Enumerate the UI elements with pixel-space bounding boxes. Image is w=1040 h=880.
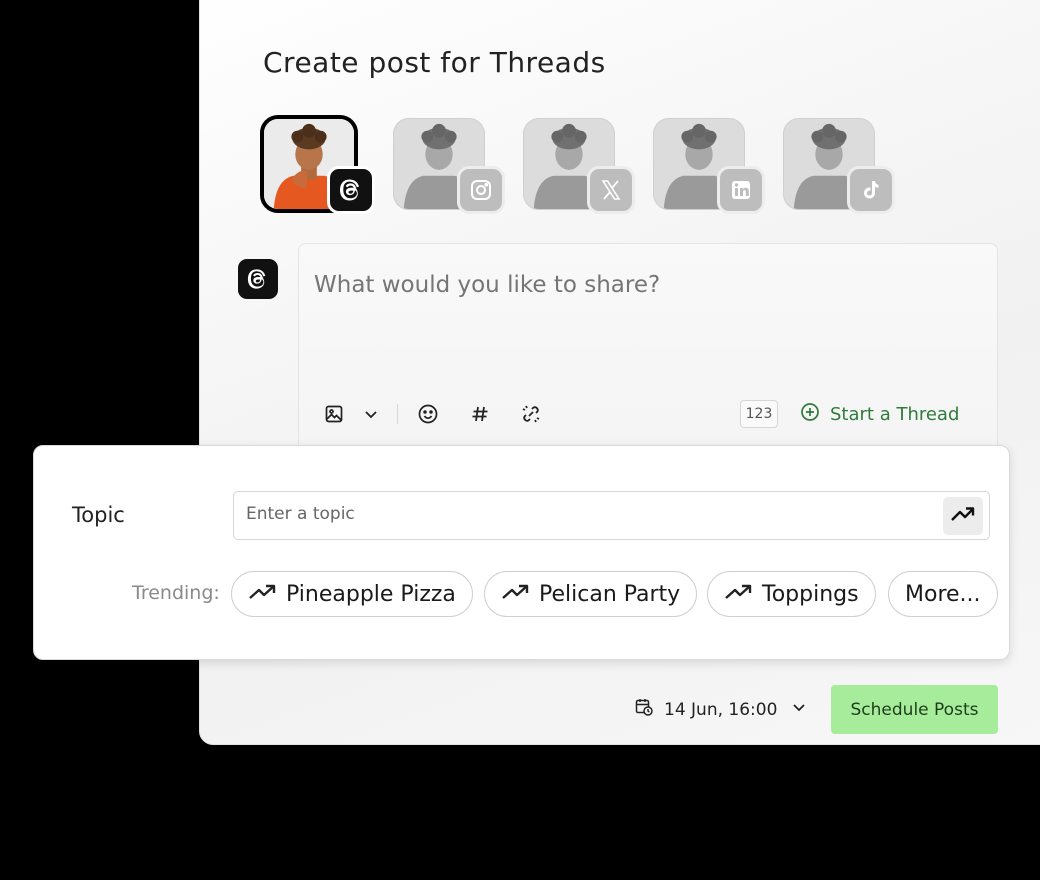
trending-up-icon [501,582,531,607]
trending-chip[interactable]: Toppings [707,571,876,617]
trending-up-icon [248,582,278,607]
chevron-down-icon[interactable] [359,402,383,426]
post-text-input[interactable] [314,272,954,298]
chip-label: Pelican Party [539,581,681,607]
start-thread-label: Start a Thread [830,404,960,425]
toolbar-divider [397,404,398,424]
tiktok-icon [847,166,895,214]
trending-up-icon [724,582,754,607]
page-title: Create post for Threads [263,46,606,79]
chevron-down-icon [791,699,807,720]
account-threads[interactable] [260,115,375,214]
hashtag-icon[interactable] [468,402,492,426]
more-topics-button[interactable]: More... [888,571,998,617]
schedule-date: 14 Jun, 16:00 [664,699,778,720]
account-tiktok[interactable] [783,118,895,214]
account-instagram[interactable] [393,118,505,214]
topic-panel [33,445,1010,660]
x-icon [587,166,635,214]
instagram-icon [457,166,505,214]
topic-input[interactable] [246,504,926,524]
image-icon[interactable] [322,402,346,426]
account-linkedin[interactable] [653,118,765,214]
calendar-clock-icon [634,697,654,722]
chip-label: Pineapple Pizza [286,581,456,607]
emoji-icon[interactable] [416,402,440,426]
trending-button[interactable] [943,497,983,535]
trending-chip[interactable]: Pineapple Pizza [231,571,473,617]
character-count: 123 [740,400,778,428]
trending-up-icon [950,505,976,527]
linkedin-icon [717,166,765,214]
chip-label: More... [905,581,981,607]
topic-field [233,491,990,540]
trending-chip[interactable]: Pelican Party [484,571,698,617]
unlink-icon[interactable] [519,402,543,426]
trending-label: Trending: [132,582,220,604]
account-x[interactable] [523,118,635,214]
threads-icon [238,259,278,299]
plus-circle-icon [800,402,820,427]
topic-label: Topic [72,503,125,527]
threads-icon [327,166,375,214]
start-thread-button[interactable]: Start a Thread [800,402,959,427]
schedule-date-picker[interactable]: 14 Jun, 16:00 [634,697,807,722]
schedule-posts-button[interactable]: Schedule Posts [831,685,998,734]
chip-label: Toppings [762,581,859,607]
